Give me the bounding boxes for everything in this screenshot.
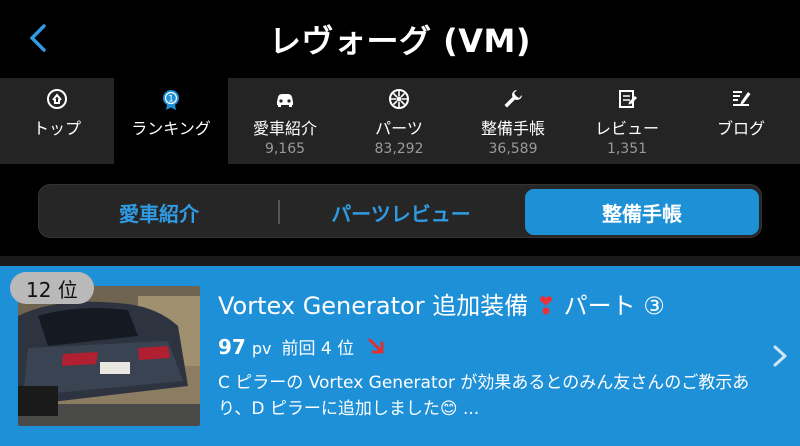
segment-divider [278,200,280,224]
tab-car-intro[interactable]: 愛車紹介 9,165 [228,78,342,164]
chevron-right-icon [773,345,787,367]
divider [0,256,800,266]
tab-label: レビュー [594,119,659,138]
heart-emoji: ❣ [535,292,556,320]
tab-parts[interactable]: パーツ 83,292 [342,78,456,164]
trend-down-arrow-icon [368,338,384,353]
wheel-icon [389,89,409,109]
svg-text:1: 1 [168,95,174,105]
item-title-text: Vortex Generator 追加装備 [218,292,529,320]
segment-area: 愛車紹介 パーツレビュー 整備手帳 [0,164,800,256]
segment-maintenance[interactable]: 整備手帳 [525,189,759,235]
tab-top[interactable]: トップ [0,78,114,164]
item-description: C ピラーの Vortex Generator が効果あるとのみん友さんのご教示… [218,373,750,419]
item-stats: 97 pv 前回 4 位 [218,334,388,359]
tab-blog[interactable]: ブログ [684,78,798,164]
segmented-control: 愛車紹介 パーツレビュー 整備手帳 [38,184,762,238]
tab-count: 9,165 [264,141,306,157]
tab-count: 83,292 [374,141,424,157]
segment-car-intro[interactable]: 愛車紹介 [43,189,275,235]
blog-icon [733,91,751,106]
car-photo [18,286,200,426]
tab-label: ブログ [716,119,765,138]
tab-label: ランキング [131,119,211,138]
car-icon [277,94,293,107]
thumbnail-image [18,286,200,426]
previous-rank: 前回 4 位 [281,339,355,359]
tab-label: 愛車紹介 [252,119,317,138]
tab-label: パーツ [375,119,423,138]
page-title: レヴォーグ (VM) [268,22,531,60]
app-header: レヴォーグ (VM) [0,0,800,78]
tab-label: トップ [32,119,81,138]
item-title-suffix: パート ③ [563,292,665,320]
tab-count: 1,351 [606,141,648,157]
wrench-icon [504,90,522,108]
rank-badge: 12 位 [10,272,94,304]
tab-label: 整備手帳 [480,119,545,138]
tab-maintenance[interactable]: 整備手帳 36,589 [456,78,570,164]
category-tab-bar: トップ 1 ランキング 愛車紹介 9,165 パーツ 83,292 整備手帳 3… [0,78,800,164]
item-title: Vortex Generator 追加装備 ❣ パート ③ [218,286,665,321]
tab-count: 36,589 [488,141,538,157]
tab-ranking[interactable]: 1 ランキング [114,78,228,164]
medal-icon: 1 [163,90,179,110]
list-item[interactable]: 12 位 Vortex Generator 追加装備 ❣ パート ③ 97 pv… [0,266,800,446]
pageview-count: 97 [218,335,246,359]
segment-parts-review[interactable]: パーツレビュー [283,189,519,235]
home-icon [47,89,67,109]
review-icon [619,90,637,108]
pageview-unit: pv [251,339,272,358]
tab-review[interactable]: レビュー 1,351 [570,78,684,164]
